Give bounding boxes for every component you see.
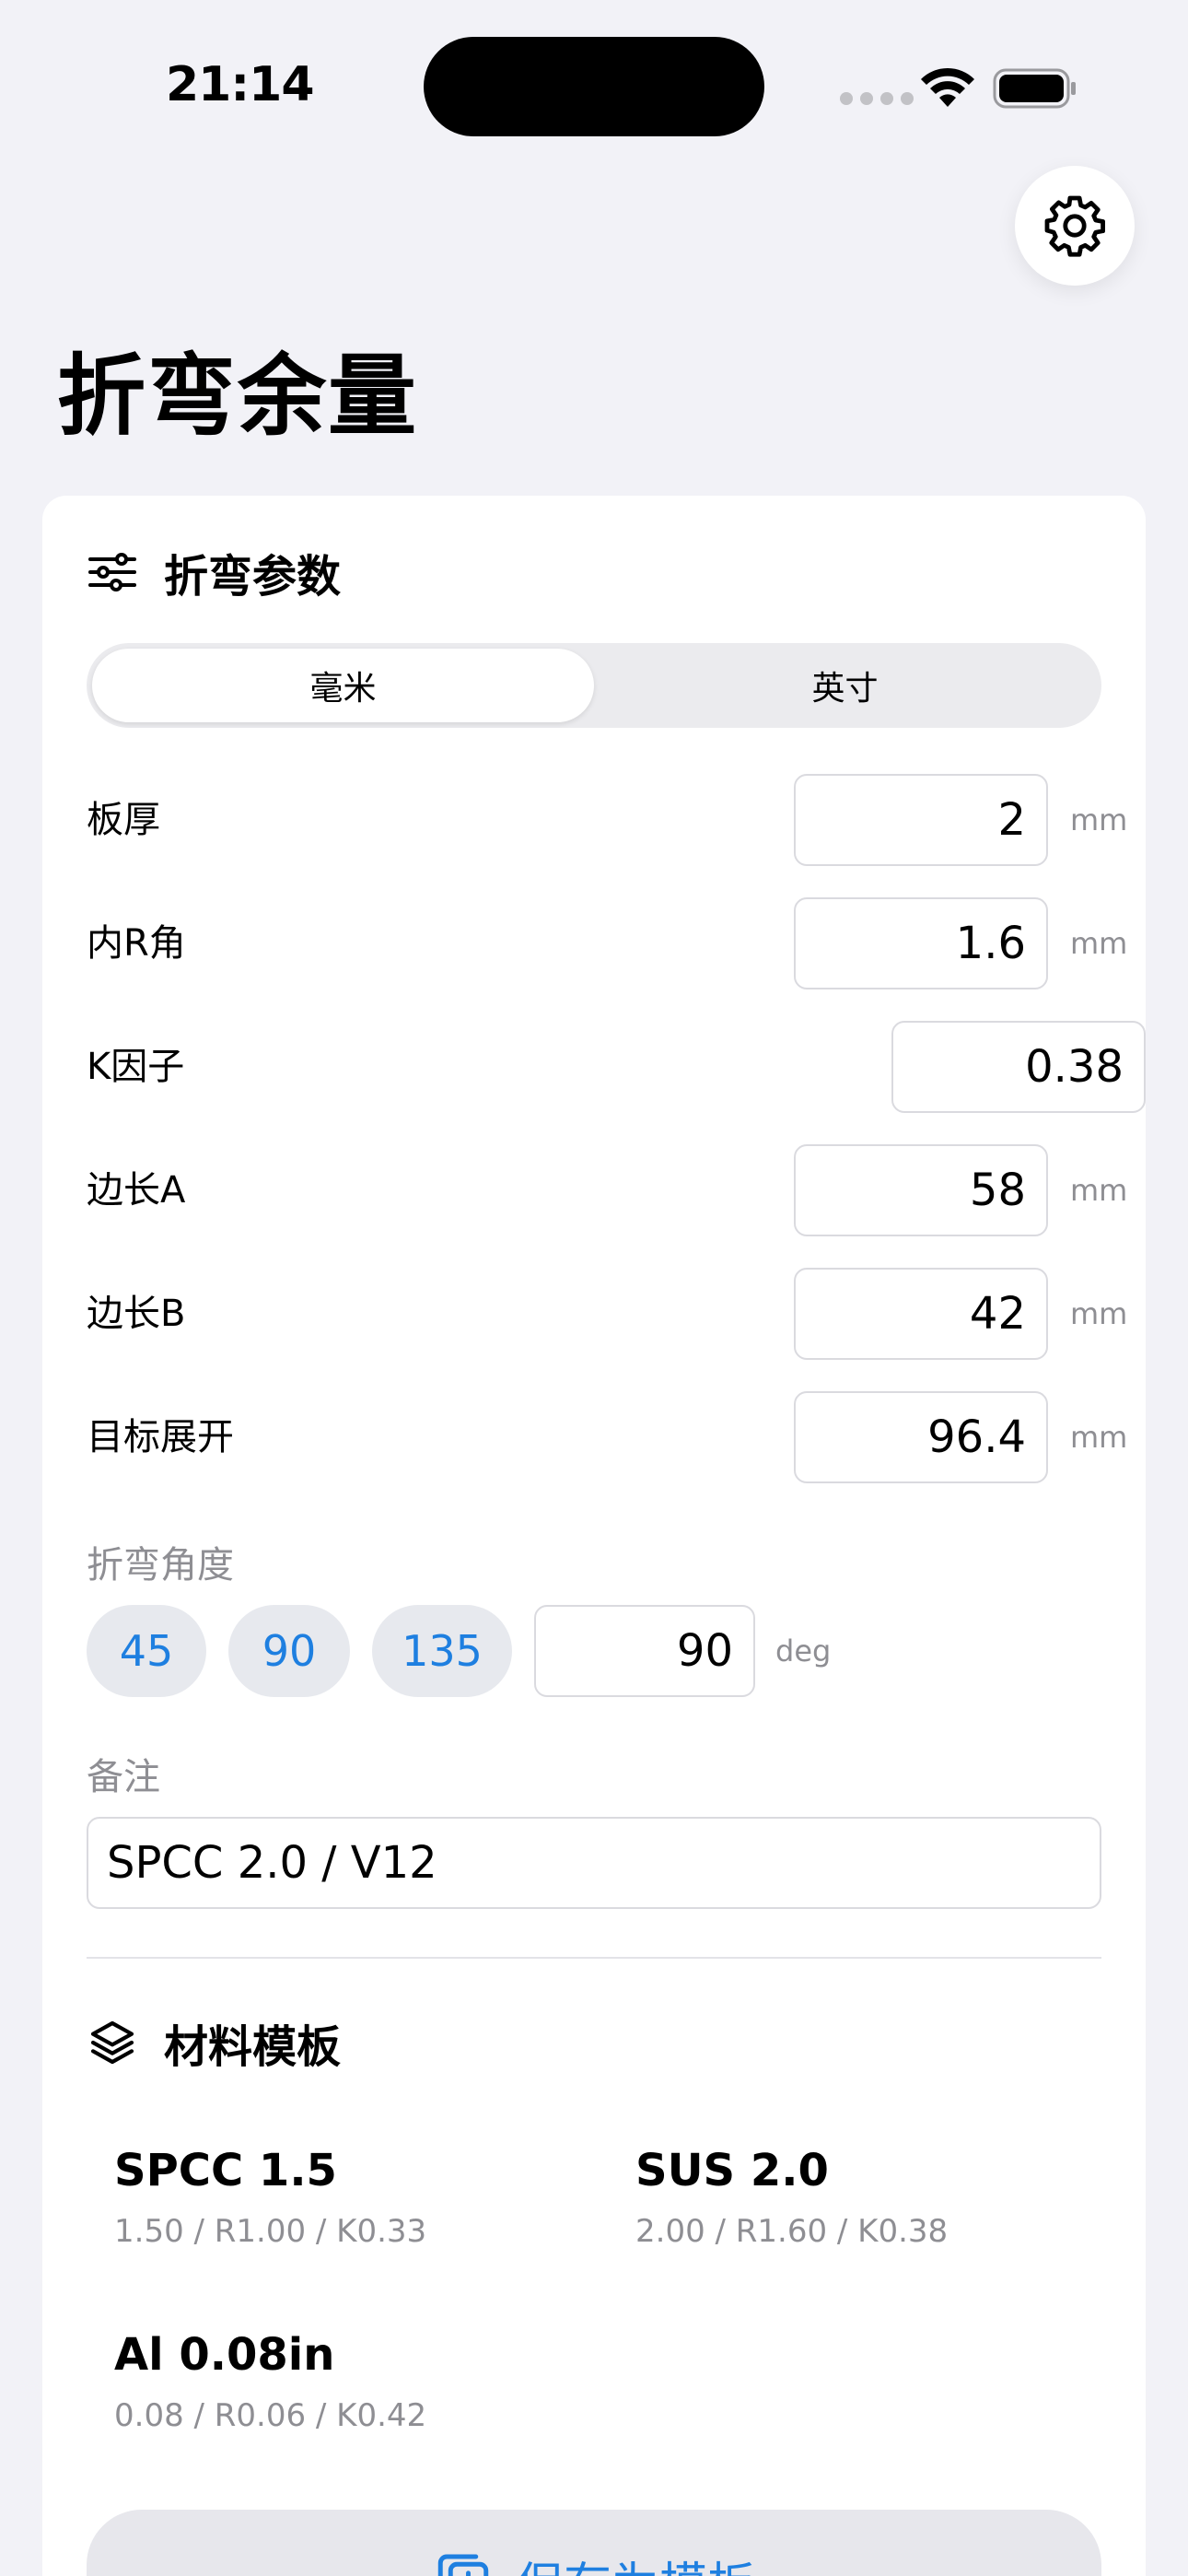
- field-unit: mm: [1070, 1173, 1128, 1208]
- params-card: 折弯参数 毫米 英寸 板厚 2 mm 内R角 1.6 mm K因子 0.38 边…: [42, 496, 1146, 2576]
- template-item-al[interactable]: Al 0.08in 0.08 / R0.06 / K0.42: [114, 2329, 426, 2434]
- template-meta: 1.50 / R1.00 / K0.33: [114, 2213, 427, 2250]
- field-unit: mm: [1070, 1296, 1128, 1331]
- status-time: 21:14: [166, 57, 315, 112]
- field-label: 边长B: [87, 1293, 186, 1335]
- unit-option-inch[interactable]: 英寸: [594, 649, 1096, 722]
- thickness-input[interactable]: 2: [794, 774, 1048, 866]
- inner-radius-input[interactable]: 1.6: [794, 897, 1048, 989]
- battery-icon: [993, 68, 1076, 109]
- templates-section-title: 材料模板: [164, 2021, 342, 2073]
- field-label: 内R角: [87, 922, 186, 965]
- field-label: K因子: [87, 1046, 185, 1088]
- dynamic-island: [424, 37, 764, 136]
- wifi-icon: [921, 67, 974, 107]
- add-to-stack-icon: [437, 2554, 489, 2576]
- field-row-inner-radius: 内R角 1.6 mm: [87, 897, 1127, 989]
- field-label: 目标展开: [87, 1416, 234, 1458]
- angle-preset-135[interactable]: 135: [372, 1605, 512, 1697]
- field-unit: mm: [1070, 802, 1128, 837]
- note-input[interactable]: SPCC 2.0 / V12: [87, 1817, 1101, 1909]
- params-section-title: 折弯参数: [164, 551, 342, 603]
- section-divider: [87, 1957, 1101, 1959]
- angle-unit: deg: [775, 1633, 832, 1669]
- angle-preset-45[interactable]: 45: [87, 1605, 206, 1697]
- angle-preset-90[interactable]: 90: [228, 1605, 350, 1697]
- field-row-k-factor: K因子 0.38: [87, 1021, 1146, 1113]
- field-unit: mm: [1070, 926, 1128, 961]
- save-as-template-button[interactable]: 保存为模板: [87, 2510, 1101, 2576]
- template-name: SPCC 1.5: [114, 2145, 337, 2196]
- template-meta: 2.00 / R1.60 / K0.38: [635, 2213, 949, 2250]
- field-row-target-flat: 目标展开 96.4 mm: [87, 1391, 1127, 1483]
- params-section-header: 折弯参数: [87, 540, 341, 604]
- sliders-icon: [88, 553, 136, 591]
- field-row-side-b: 边长B 42 mm: [87, 1268, 1127, 1360]
- screen: 21:14 折弯余量 折弯参数 毫米 英寸 板厚 2 mm 内R角 1.6 mm…: [0, 0, 1188, 2576]
- page-title: 折弯余量: [57, 345, 418, 448]
- field-row-side-a: 边长A 58 mm: [87, 1144, 1127, 1236]
- bend-angle-input[interactable]: 90: [534, 1605, 755, 1697]
- field-label: 边长A: [87, 1169, 186, 1212]
- template-name: Al 0.08in: [114, 2329, 335, 2381]
- gear-icon: [1044, 195, 1105, 257]
- settings-button[interactable]: [1015, 166, 1135, 286]
- template-item-sus[interactable]: SUS 2.0 2.00 / R1.60 / K0.38: [635, 2145, 948, 2250]
- template-meta: 0.08 / R0.06 / K0.42: [114, 2397, 427, 2434]
- note-label: 备注: [87, 1756, 160, 1798]
- field-unit: mm: [1070, 1420, 1128, 1455]
- unit-option-mm[interactable]: 毫米: [92, 649, 594, 722]
- field-row-thickness: 板厚 2 mm: [87, 774, 1127, 866]
- k-factor-input[interactable]: 0.38: [891, 1021, 1146, 1113]
- template-item-spcc[interactable]: SPCC 1.5 1.50 / R1.00 / K0.33: [114, 2145, 426, 2250]
- side-a-input[interactable]: 58: [794, 1144, 1048, 1236]
- templates-section-header: 材料模板: [87, 2010, 341, 2075]
- side-b-input[interactable]: 42: [794, 1268, 1048, 1360]
- bend-angle-label: 折弯角度: [87, 1544, 234, 1587]
- template-name: SUS 2.0: [635, 2145, 829, 2196]
- cellular-signal-icon: [840, 92, 914, 105]
- save-as-template-label: 保存为模板: [516, 2547, 755, 2576]
- target-flat-input[interactable]: 96.4: [794, 1391, 1048, 1483]
- unit-segmented-control: 毫米 英寸: [87, 643, 1101, 728]
- field-label: 板厚: [87, 799, 160, 841]
- layers-icon: [90, 2020, 134, 2065]
